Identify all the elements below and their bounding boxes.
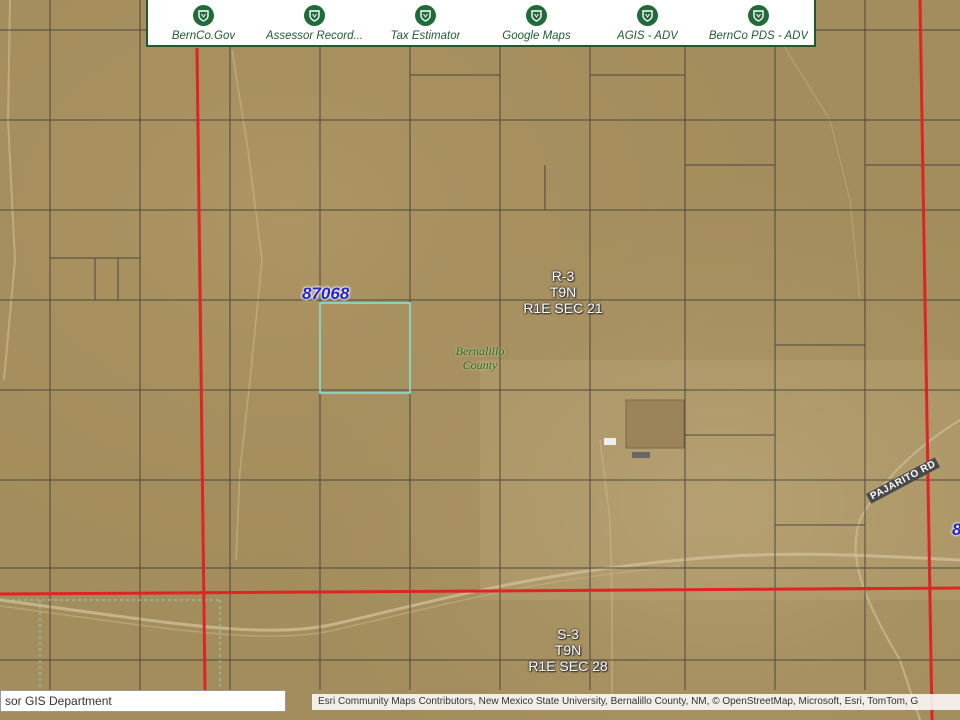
zone-label: S-3 bbox=[557, 626, 579, 642]
gis-department-credit: sor GIS Department bbox=[0, 690, 286, 712]
map-attribution[interactable]: Esri Community Maps Contributors, New Me… bbox=[312, 694, 960, 710]
link-label: BernCo PDS - ADV bbox=[708, 30, 809, 42]
township-label: T9N bbox=[554, 642, 582, 658]
shield-icon bbox=[304, 5, 325, 26]
bernco-pds-adv-link[interactable]: BernCo PDS - ADV bbox=[704, 0, 814, 42]
berncogov-link[interactable]: BernCo.Gov bbox=[149, 0, 259, 42]
link-label: BernCo.Gov bbox=[171, 30, 236, 42]
section-label-sec28: S-3 T9N R1E SEC 28 bbox=[513, 626, 623, 674]
parcel-number-label[interactable]: 87068 bbox=[302, 284, 349, 304]
zone-label: R-3 bbox=[551, 268, 575, 284]
google-maps-link[interactable]: Google Maps bbox=[482, 0, 592, 42]
shield-icon bbox=[526, 5, 547, 26]
range-section-label: R1E SEC 28 bbox=[528, 658, 608, 674]
link-label: Tax Estimator bbox=[390, 30, 461, 42]
county-label: Bernalillo County bbox=[440, 344, 520, 372]
link-label: Google Maps bbox=[502, 30, 571, 42]
parcel-number-label-edge[interactable]: 8 bbox=[952, 520, 960, 540]
quick-links-toolbar: BernCo.Gov Assessor Record... Tax Estima… bbox=[146, 0, 816, 47]
shield-icon bbox=[193, 5, 214, 26]
shield-icon bbox=[748, 5, 769, 26]
county-label-line1: Bernalillo bbox=[455, 344, 505, 358]
township-label: T9N bbox=[549, 284, 577, 300]
assessor-record-link[interactable]: Assessor Record... bbox=[260, 0, 370, 42]
shield-icon bbox=[415, 5, 436, 26]
shield-icon bbox=[637, 5, 658, 26]
link-label: AGIS - ADV bbox=[617, 30, 678, 42]
link-label: Assessor Record... bbox=[265, 30, 364, 42]
section-label-sec21: R-3 T9N R1E SEC 21 bbox=[508, 268, 618, 316]
tax-estimator-link[interactable]: Tax Estimator bbox=[371, 0, 481, 42]
agis-adv-link[interactable]: AGIS - ADV bbox=[593, 0, 703, 42]
range-section-label: R1E SEC 21 bbox=[523, 300, 603, 316]
county-label-line2: County bbox=[462, 358, 498, 372]
